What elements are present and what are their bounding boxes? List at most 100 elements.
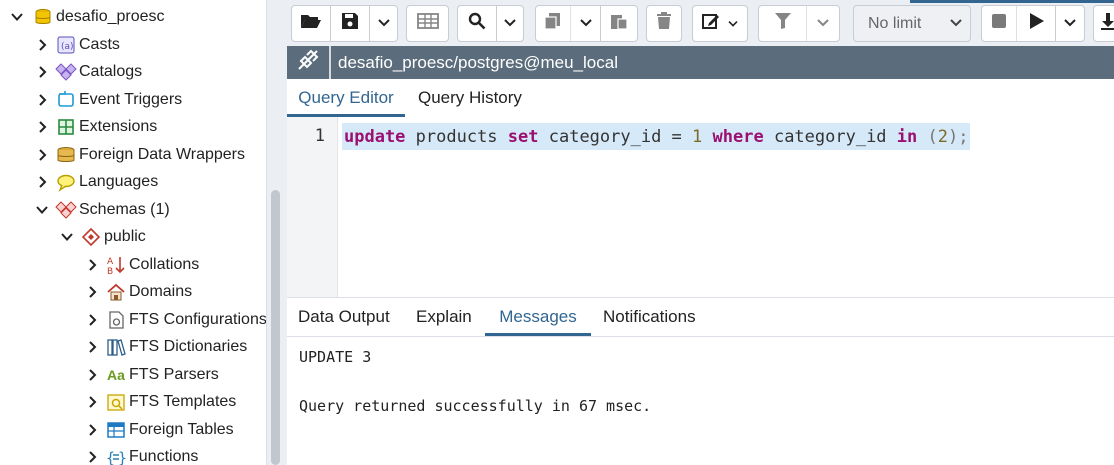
copy-button[interactable] — [536, 6, 571, 41]
download-button[interactable] — [1094, 6, 1114, 41]
edit-data-button[interactable] — [407, 6, 448, 41]
tree-item-fts-configurations[interactable]: FTS Configurations — [83, 306, 266, 333]
chevron-right-icon[interactable] — [83, 448, 101, 465]
tab-messages[interactable]: Messages — [485, 298, 591, 336]
fts-parsers-icon: Aa — [107, 366, 125, 383]
tab-data-output[interactable]: Data Output — [298, 298, 390, 336]
chevron-down-icon[interactable] — [33, 201, 51, 219]
chevron-right-icon[interactable] — [83, 283, 101, 301]
chevron-right-icon[interactable] — [83, 421, 101, 439]
save-button[interactable] — [331, 6, 370, 41]
tree-item-schemas[interactable]: Schemas (1) — [33, 196, 170, 223]
stop-button[interactable] — [982, 6, 1017, 41]
chevron-down-icon — [817, 15, 829, 33]
tree-item-label: Casts — [79, 35, 120, 53]
filter-button[interactable] — [759, 6, 807, 41]
event-triggers-icon — [55, 89, 77, 111]
tree-item-label: FTS Parsers — [129, 365, 219, 383]
edit-dropdown-button[interactable] — [693, 6, 747, 41]
copy-paste-button-group — [535, 5, 638, 42]
tree-item-public-schema[interactable]: public — [58, 223, 146, 250]
find-button-group — [457, 5, 524, 42]
find-button[interactable] — [458, 6, 497, 41]
execute-button[interactable] — [1017, 6, 1056, 41]
save-dropdown-button[interactable] — [370, 6, 397, 41]
chevron-right-icon[interactable] — [33, 63, 51, 81]
sql-editor[interactable]: 1 update products set category_id = 1 wh… — [287, 117, 1114, 297]
sql-keyword: in — [896, 126, 918, 147]
tree-item-languages[interactable]: Languages — [33, 168, 158, 195]
find-dropdown-button[interactable] — [497, 6, 523, 41]
chevron-right-icon[interactable] — [33, 146, 51, 164]
tree-item-event-triggers[interactable]: Event Triggers — [33, 86, 182, 113]
active-tab-indicator — [910, 0, 1114, 3]
edit-data-button-group — [406, 5, 449, 42]
copy-dropdown-button[interactable] — [571, 6, 601, 41]
tab-notifications[interactable]: Notifications — [603, 298, 696, 336]
tree-item-fts-parsers[interactable]: Aa FTS Parsers — [83, 361, 219, 388]
open-file-button[interactable] — [292, 6, 331, 41]
edit-button-group — [692, 5, 748, 42]
save-icon — [341, 12, 359, 35]
delete-button[interactable] — [647, 6, 681, 41]
tree-item-extensions[interactable]: Extensions — [33, 113, 157, 140]
tree-item-collations[interactable]: AB Collations — [83, 251, 199, 278]
row-limit-select[interactable]: No limit — [853, 5, 971, 42]
tab-query-history[interactable]: Query History — [418, 79, 522, 117]
tab-query-editor[interactable]: Query Editor — [287, 79, 405, 117]
chevron-right-icon[interactable] — [33, 91, 51, 109]
sql-keyword: where — [712, 126, 764, 147]
sql-text: category_id = — [538, 126, 693, 147]
sql-punctuation: ); — [948, 126, 969, 147]
tree-item-fts-templates[interactable]: FTS Templates — [83, 388, 236, 415]
edit-data-icon — [416, 12, 439, 35]
tree-item-label: Domains — [129, 282, 193, 300]
object-explorer-tree: desafio_proesc (a) Casts Catalogs Event … — [0, 0, 266, 465]
functions-icon: {} — [105, 446, 127, 465]
copy-icon — [544, 12, 562, 35]
tree-item-domains[interactable]: Domains — [83, 278, 192, 305]
tree-item-label: Catalogs — [79, 62, 143, 80]
chevron-right-icon[interactable] — [83, 311, 101, 329]
chevron-right-icon[interactable] — [33, 118, 51, 136]
connection-status-button[interactable] — [287, 46, 331, 79]
sql-keyword: set — [507, 126, 539, 147]
fts-configurations-icon — [105, 309, 127, 331]
execute-dropdown-button[interactable] — [1056, 6, 1084, 41]
collations-icon: AB — [105, 254, 127, 276]
tree-scrollbar[interactable] — [271, 190, 280, 465]
tree-item-database[interactable]: desafio_proesc — [8, 3, 165, 30]
chevron-right-icon[interactable] — [33, 36, 51, 54]
languages-icon — [55, 171, 77, 193]
tree-item-label: Extensions — [79, 117, 158, 135]
paste-icon — [610, 12, 628, 35]
line-number: 1 — [314, 126, 325, 146]
chevron-down-icon — [950, 15, 962, 33]
chevron-down-icon — [504, 15, 516, 33]
tree-item-foreign-data-wrappers[interactable]: Foreign Data Wrappers — [33, 141, 245, 168]
tree-item-casts[interactable]: (a) Casts — [33, 31, 120, 58]
tree-item-fts-dictionaries[interactable]: FTS Dictionaries — [83, 333, 247, 360]
chevron-right-icon[interactable] — [83, 393, 101, 411]
sql-keyword: update — [344, 126, 406, 147]
code-line[interactable]: update products set category_id = 1 wher… — [342, 123, 971, 150]
message-line: Query returned successfully in 67 msec. — [299, 397, 652, 415]
tree-item-foreign-tables[interactable]: Foreign Tables — [83, 416, 234, 443]
tab-explain[interactable]: Explain — [416, 298, 472, 336]
download-icon — [1099, 12, 1114, 35]
tree-item-catalogs[interactable]: Catalogs — [33, 58, 142, 85]
chevron-down-icon[interactable] — [58, 228, 76, 246]
chevron-right-icon[interactable] — [83, 338, 101, 356]
filter-dropdown-button[interactable] — [807, 6, 839, 41]
chevron-down-icon[interactable] — [8, 8, 26, 26]
chevron-right-icon[interactable] — [83, 366, 101, 384]
paste-button[interactable] — [601, 6, 637, 41]
tab-label: Data Output — [298, 307, 390, 326]
chevron-right-icon[interactable] — [83, 256, 101, 274]
sql-number: 1 — [692, 126, 703, 147]
tree-item-functions[interactable]: {} Functions — [83, 443, 198, 465]
output-tabs: Data Output Explain Messages Notificatio… — [287, 298, 1114, 337]
sql-punctuation: ( — [917, 126, 938, 147]
chevron-right-icon[interactable] — [33, 173, 51, 191]
